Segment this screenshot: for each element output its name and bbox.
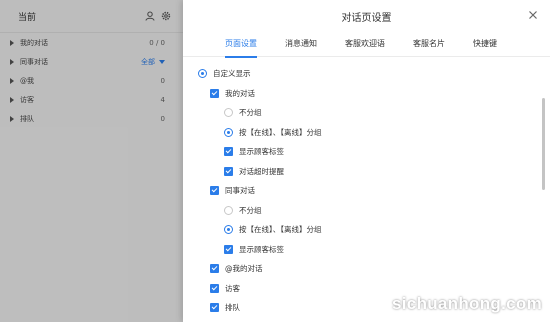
custom-display-radio[interactable]: 自定义显示: [183, 64, 550, 84]
page-settings-form: 自定义显示 我的对话 不分组 按【在线】、【离线】分组 显示顾客标签 对话超时提…: [183, 57, 550, 318]
checkbox-checked[interactable]: [210, 186, 219, 196]
timeout-remind-checkbox[interactable]: 对话超时提醒: [183, 162, 550, 182]
colleague-chats-checkbox[interactable]: 同事对话: [183, 181, 550, 201]
colleague-no-group-radio[interactable]: 不分组: [183, 201, 550, 221]
radio-selected[interactable]: [198, 69, 207, 79]
checkbox-checked[interactable]: [224, 244, 233, 254]
close-icon[interactable]: [528, 10, 538, 20]
tab-agent-card[interactable]: 客服名片: [413, 33, 445, 57]
my-chats-show-tags-checkbox[interactable]: 显示顾客标签: [183, 142, 550, 162]
colleague-group-online-radio[interactable]: 按【在线】、【离线】分组: [183, 220, 550, 240]
checkbox-checked[interactable]: [210, 264, 219, 274]
checkbox-checked[interactable]: [210, 303, 219, 313]
colleague-show-tags-checkbox[interactable]: 显示顾客标签: [183, 240, 550, 260]
checkbox-checked[interactable]: [210, 283, 219, 293]
at-my-chats-checkbox[interactable]: @我的对话: [183, 259, 550, 279]
tab-welcome-message[interactable]: 客服欢迎语: [345, 33, 385, 57]
drawer-title: 对话页设置: [341, 13, 392, 24]
vertical-scrollbar[interactable]: [542, 98, 545, 190]
watermark: sichuanhong.com: [392, 294, 542, 313]
my-chats-checkbox[interactable]: 我的对话: [183, 84, 550, 104]
settings-drawer: 对话页设置 页面设置 消息通知 客服欢迎语 客服名片 快捷键 自定义显示 我的对…: [183, 0, 550, 322]
my-chats-group-online-radio[interactable]: 按【在线】、【离线】分组: [183, 123, 550, 143]
checkbox-checked[interactable]: [224, 147, 233, 157]
radio-unselected[interactable]: [224, 205, 233, 215]
checkbox-checked[interactable]: [224, 166, 233, 176]
my-chats-no-group-radio[interactable]: 不分组: [183, 103, 550, 123]
radio-selected[interactable]: [224, 225, 233, 235]
settings-tabs: 页面设置 消息通知 客服欢迎语 客服名片 快捷键: [183, 33, 550, 58]
drawer-header: 对话页设置: [183, 0, 550, 33]
radio-unselected[interactable]: [224, 108, 233, 118]
checkbox-checked[interactable]: [210, 88, 219, 98]
tab-page-settings[interactable]: 页面设置: [225, 33, 257, 58]
radio-selected[interactable]: [224, 127, 233, 137]
tab-shortcuts[interactable]: 快捷键: [473, 33, 497, 57]
tab-message-notify[interactable]: 消息通知: [285, 33, 317, 57]
